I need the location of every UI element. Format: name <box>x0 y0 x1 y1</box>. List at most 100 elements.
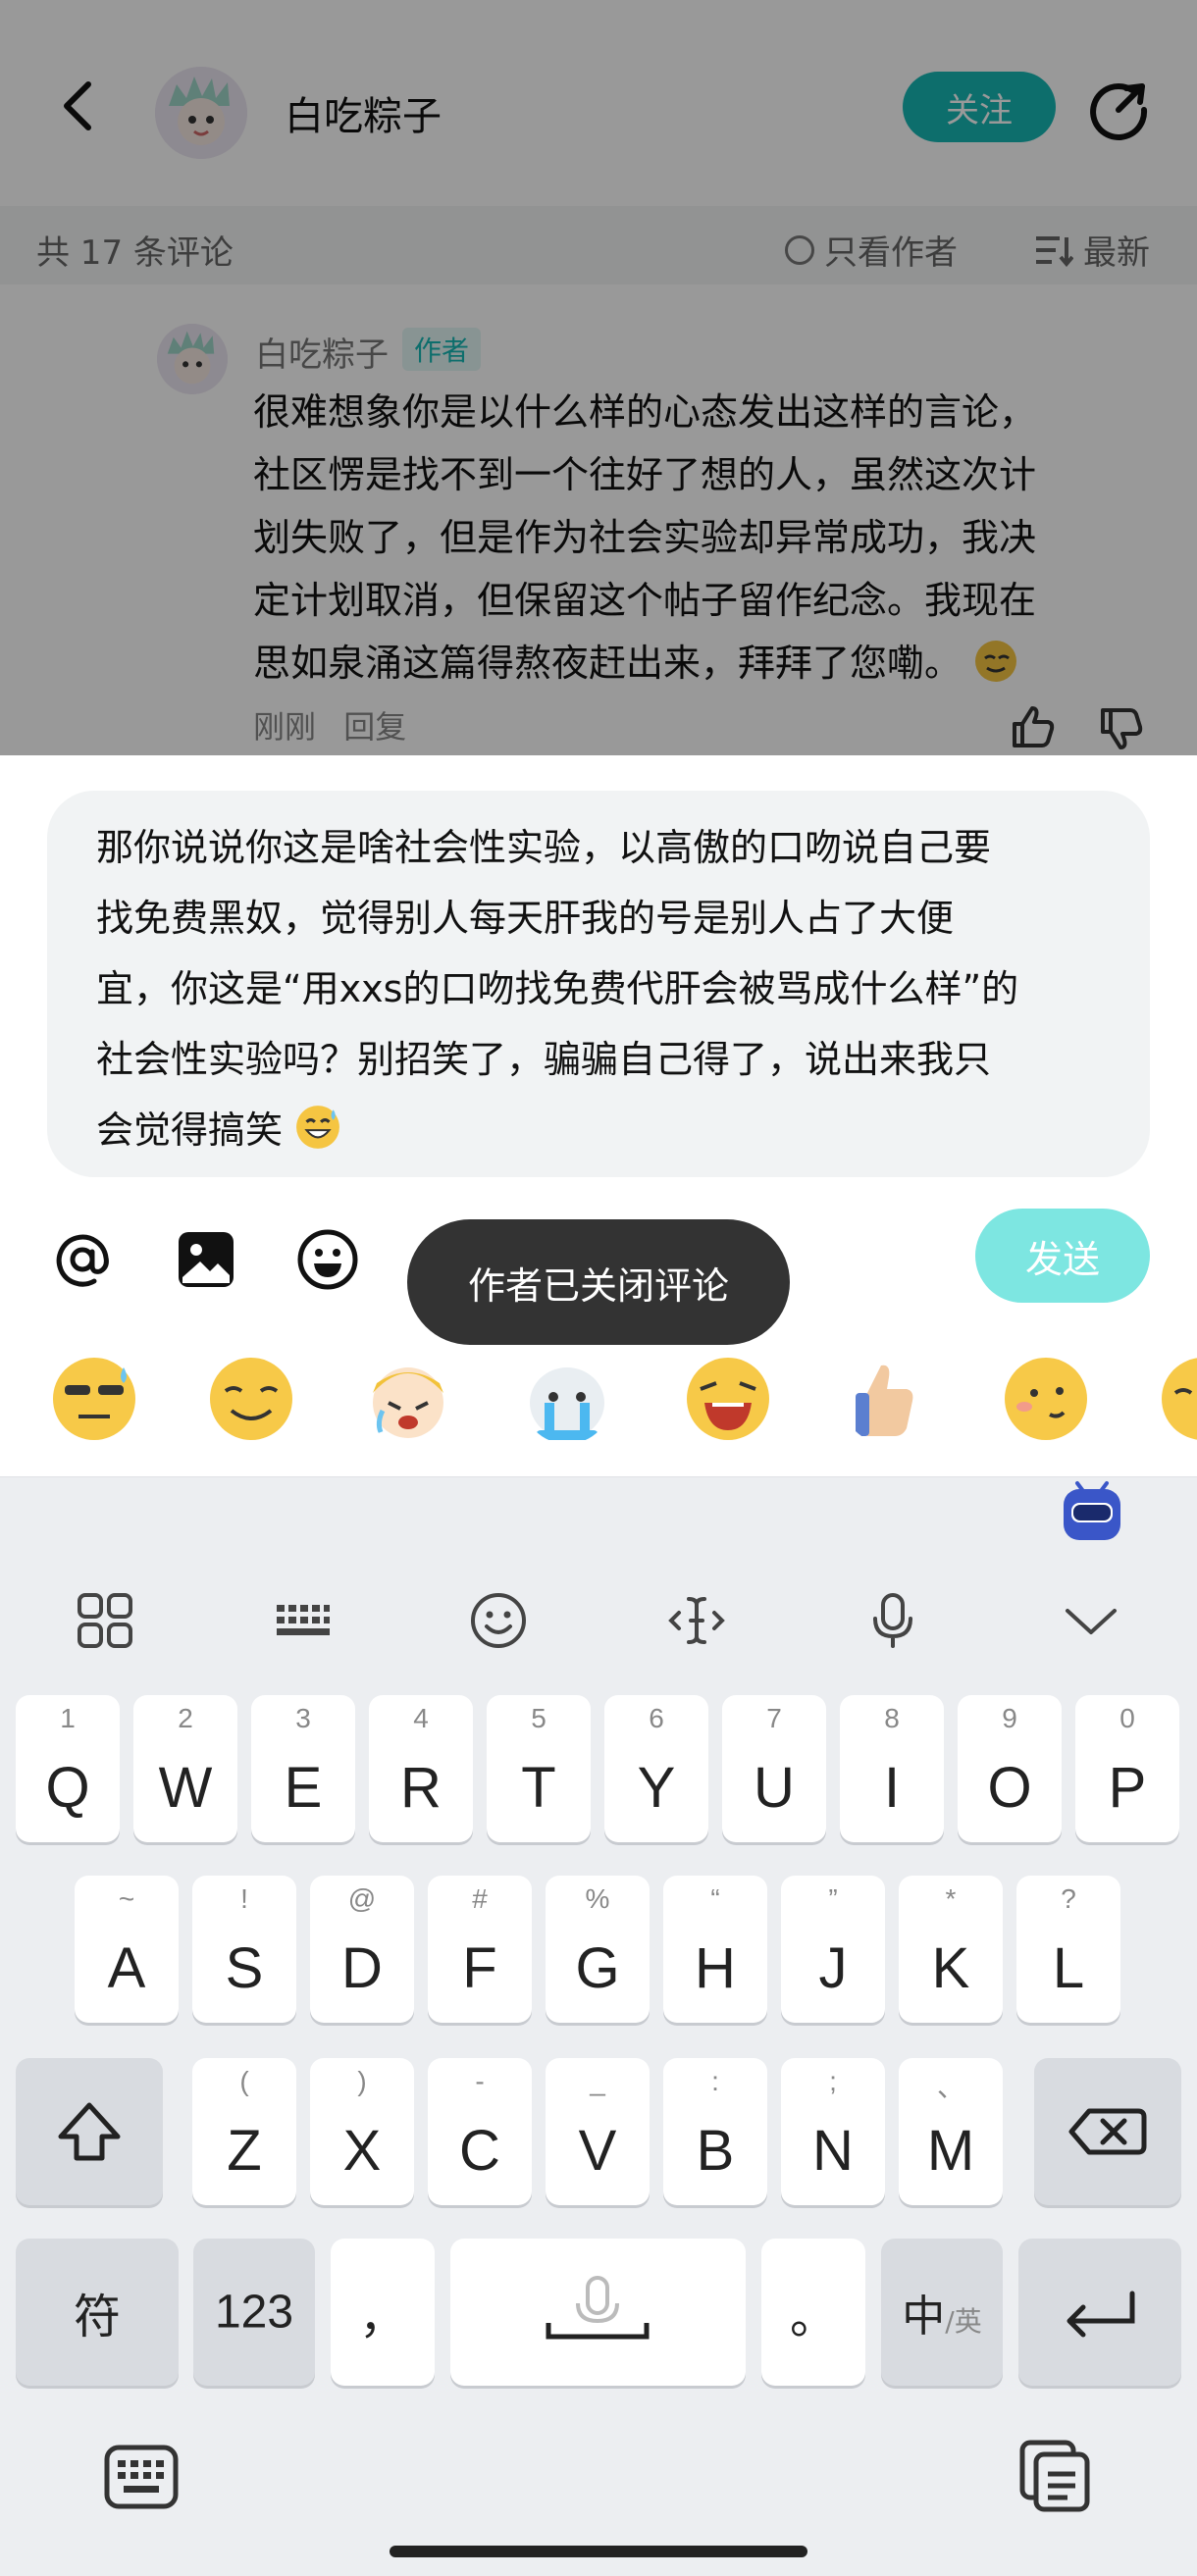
key-hint: ( <box>239 2066 249 2096</box>
key-hint: ; <box>829 2066 837 2096</box>
key-label: I <box>883 1756 901 1820</box>
key-q[interactable]: 1Q <box>16 1695 120 1842</box>
key-hint: 4 <box>413 1703 429 1733</box>
key-j[interactable]: ” J <box>781 1876 885 2023</box>
image-icon[interactable] <box>175 1228 237 1291</box>
key-hint: * <box>945 1883 957 1914</box>
shift-key[interactable] <box>16 2058 163 2205</box>
key-hint: - <box>475 2066 485 2096</box>
key-f[interactable]: # F <box>428 1876 532 2023</box>
key-label: G <box>575 1936 620 2000</box>
key-hint: : <box>711 2066 719 2096</box>
key-hint: ” <box>828 1883 838 1914</box>
enter-key[interactable] <box>1018 2239 1181 2386</box>
key-l[interactable]: ? L <box>1016 1876 1120 2023</box>
crying-seal-sticker-icon[interactable] <box>522 1354 612 1444</box>
home-indicator[interactable] <box>390 2546 807 2557</box>
sweat-cool-sticker-icon[interactable] <box>49 1354 139 1444</box>
key-x[interactable]: ) X <box>310 2058 414 2205</box>
key-hint: 、 <box>936 2072 964 2102</box>
language-switch-key[interactable]: 中/英 <box>881 2239 1003 2386</box>
key-v[interactable]: _ V <box>546 2058 650 2205</box>
laughing-sticker-icon[interactable] <box>683 1354 773 1444</box>
dim-overlay[interactable] <box>0 0 1197 755</box>
language-switch-label: 中/英 <box>881 2281 1003 2344</box>
key-hint: @ <box>347 1883 377 1914</box>
soft-keyboard <box>0 1476 1197 2576</box>
key-label: C <box>459 2119 500 2183</box>
key-n[interactable]: ; N <box>781 2058 885 2205</box>
key-b[interactable]: :B <box>663 2058 767 2205</box>
lang-sub-label: /英 <box>945 2305 982 2338</box>
keyboard-switch-icon[interactable] <box>104 2445 179 2509</box>
lang-main-label: 中 <box>902 2292 946 2342</box>
numbers-key[interactable]: 123 <box>193 2239 315 2386</box>
smug-sticker-icon[interactable] <box>206 1354 296 1444</box>
voice-space-icon <box>546 2276 650 2340</box>
partial-sticker-icon[interactable] <box>1158 1354 1197 1444</box>
key-label: V <box>578 2119 617 2183</box>
key-label: R <box>400 1756 442 1820</box>
send-button[interactable]: 发送 <box>975 1209 1150 1303</box>
thumbs-up-sticker-icon[interactable] <box>842 1354 932 1444</box>
key-label: M <box>926 2119 975 2183</box>
apps-grid-icon[interactable] <box>76 1591 134 1650</box>
keyboard-layout-icon[interactable] <box>273 1591 332 1650</box>
key-i[interactable]: 8I <box>840 1695 944 1842</box>
period-key[interactable]: 。 <box>761 2239 865 2386</box>
key-u[interactable]: 7U <box>722 1695 826 1842</box>
backspace-key[interactable] <box>1034 2058 1181 2205</box>
key-r[interactable]: 4R <box>369 1695 473 1842</box>
numbers-key-label: 123 <box>214 2286 294 2339</box>
emoji-icon[interactable] <box>296 1228 359 1291</box>
key-w[interactable]: 2W <box>133 1695 237 1842</box>
key-p[interactable]: 0P <box>1075 1695 1179 1842</box>
key-label: W <box>158 1756 213 1820</box>
key-label: S <box>225 1936 264 2000</box>
key-t[interactable]: 5T <box>487 1695 591 1842</box>
key-label: F <box>462 1936 497 2000</box>
key-label: K <box>931 1936 970 2000</box>
key-m[interactable]: 、 M <box>899 2058 1003 2205</box>
key-a[interactable]: ~ A <box>75 1876 179 2023</box>
reply-input-text[interactable]: 那你说说你这是啥社会性实验，以高傲的口吻说自己要 找免费黑奴，觉得别人每天肝我的… <box>96 812 1117 1165</box>
crying-girl-sticker-icon[interactable] <box>363 1354 453 1444</box>
collapse-keyboard-icon[interactable] <box>1062 1591 1120 1650</box>
key-y[interactable]: 6Y <box>604 1695 708 1842</box>
space-key[interactable] <box>450 2239 746 2386</box>
cursor-move-icon[interactable] <box>667 1591 726 1650</box>
sticker-row <box>0 1344 1197 1462</box>
key-c[interactable]: -C <box>428 2058 532 2205</box>
key-label: A <box>107 1936 146 2000</box>
key-hint: 3 <box>295 1703 311 1733</box>
symbol-key-label: 符 <box>73 2290 121 2344</box>
comma-key[interactable]: ， <box>331 2239 435 2386</box>
key-s[interactable]: ! S <box>192 1876 296 2023</box>
key-hint: 0 <box>1119 1703 1135 1733</box>
key-hint: 5 <box>531 1703 546 1733</box>
comma-key-label: ， <box>358 2290 406 2344</box>
key-e[interactable]: 3E <box>251 1695 355 1842</box>
key-h[interactable]: “H <box>663 1876 767 2023</box>
clipboard-icon[interactable] <box>1018 2439 1093 2513</box>
input-line-text: 会觉得搞笑 <box>96 1108 284 1152</box>
key-g[interactable]: % G <box>546 1876 650 2023</box>
smiley-icon[interactable] <box>469 1591 528 1650</box>
input-line: 会觉得搞笑 <box>96 1095 1117 1165</box>
symbol-key[interactable]: 符 <box>16 2239 179 2386</box>
key-k[interactable]: * K <box>899 1876 1003 2023</box>
comment-page-background: 白吃粽子 关注 共 17 条评论 只看作者 最新 白吃粽子 作者 很难想象你是以… <box>0 0 1197 755</box>
key-z[interactable]: (Z <box>192 2058 296 2205</box>
blushing-sticker-icon[interactable] <box>1001 1354 1091 1444</box>
key-o[interactable]: 9O <box>958 1695 1062 1842</box>
key-d[interactable]: @ D <box>310 1876 414 2023</box>
key-label: X <box>342 2119 382 2183</box>
mention-icon[interactable] <box>51 1228 114 1291</box>
key-hint: 2 <box>178 1703 193 1733</box>
keyboard-assistant-icon[interactable] <box>1058 1477 1126 1546</box>
key-label: O <box>987 1756 1032 1820</box>
key-label: H <box>695 1936 736 2000</box>
enter-icon <box>1067 2291 1135 2338</box>
microphone-icon[interactable] <box>863 1591 922 1650</box>
key-hint: 8 <box>884 1703 900 1733</box>
